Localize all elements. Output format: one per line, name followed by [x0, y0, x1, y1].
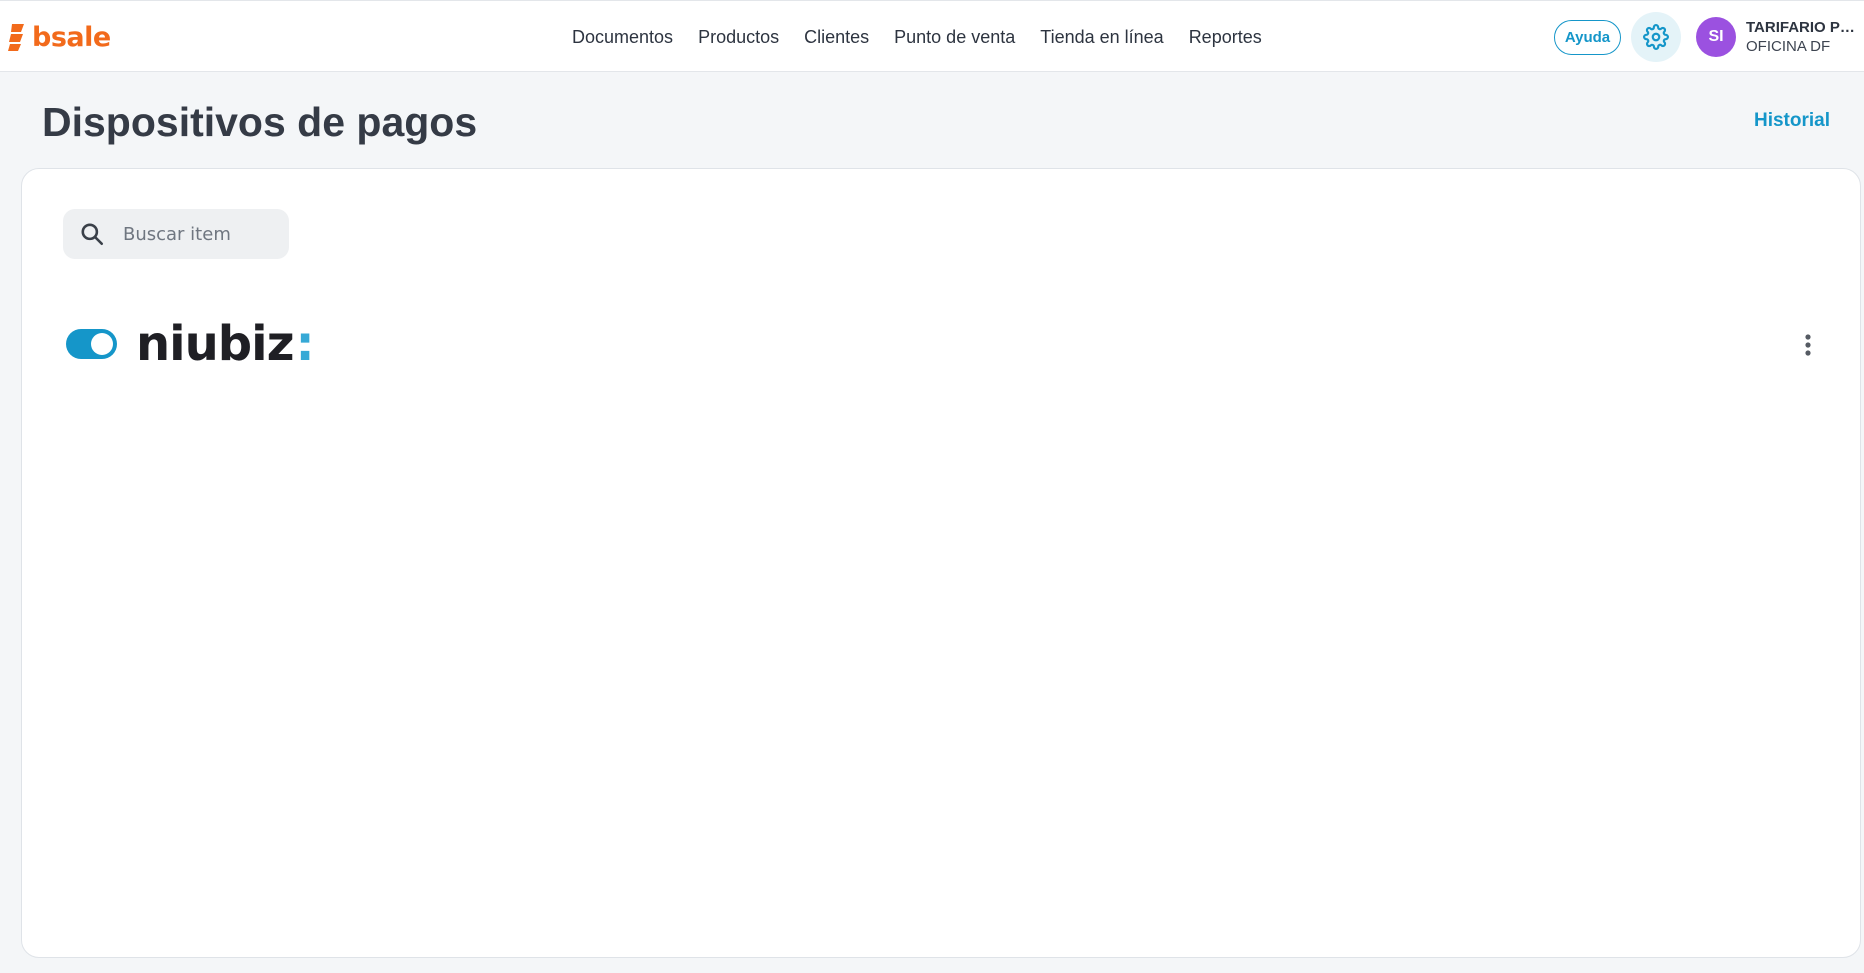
device-enabled-toggle[interactable] [66, 329, 117, 359]
account-info[interactable]: TARIFARIO PERU OFICINA DF [1746, 18, 1864, 56]
nav-item-productos[interactable]: Productos [698, 27, 779, 48]
toggle-knob [91, 333, 113, 355]
bsale-logo-icon [8, 24, 24, 51]
provider-logo-suffix: : [295, 316, 315, 372]
user-avatar[interactable]: SI [1696, 17, 1736, 57]
account-branch: OFICINA DF [1746, 38, 1831, 55]
nav-item-tienda-en-linea[interactable]: Tienda en línea [1040, 27, 1163, 48]
payment-devices-card: niubiz: [21, 168, 1861, 958]
nav-item-reportes[interactable]: Reportes [1189, 27, 1262, 48]
brand-logo[interactable]: bsale [8, 19, 111, 55]
settings-button[interactable] [1631, 12, 1681, 62]
nav-item-clientes[interactable]: Clientes [804, 27, 869, 48]
account-name: TARIFARIO PERU [1746, 19, 1864, 36]
help-button[interactable]: Ayuda [1554, 20, 1621, 55]
device-row-niubiz: niubiz: [66, 319, 1826, 371]
gear-icon [1643, 24, 1669, 50]
search-box[interactable] [63, 209, 289, 259]
nav-item-documentos[interactable]: Documentos [572, 27, 673, 48]
search-input[interactable] [123, 223, 273, 245]
nav-item-punto-de-venta[interactable]: Punto de venta [894, 27, 1015, 48]
page-title: Dispositivos de pagos [42, 99, 478, 145]
brand-name: bsale [32, 21, 111, 53]
main-menu: Documentos Productos Clientes Punto de v… [572, 1, 1262, 73]
top-navigation-bar: bsale Documentos Productos Clientes Punt… [0, 0, 1864, 72]
device-options-button[interactable] [1790, 327, 1826, 363]
provider-name: niubiz [136, 316, 295, 372]
history-link[interactable]: Historial [1754, 110, 1830, 132]
search-icon [81, 223, 104, 246]
niubiz-logo: niubiz: [136, 316, 315, 372]
vertical-dots-icon [1805, 334, 1811, 356]
